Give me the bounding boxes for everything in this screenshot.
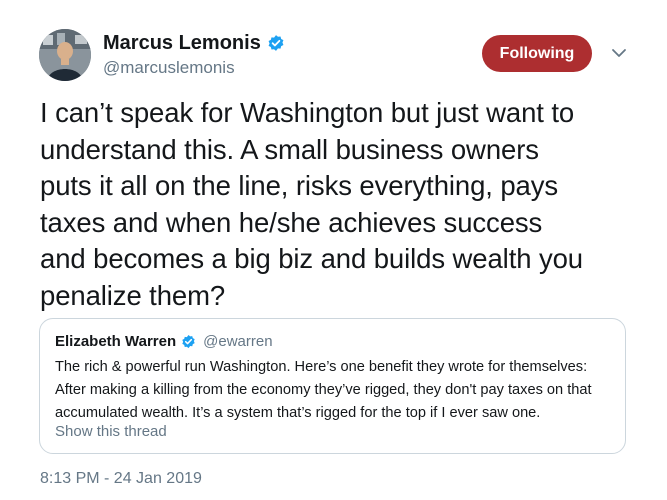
quoted-tweet-card[interactable]: Elizabeth Warren @ewarren The rich & pow…	[39, 318, 626, 454]
author-avatar[interactable]	[39, 29, 91, 81]
quoted-tweet-line: accumulated wealth. It’s a system that’s…	[55, 405, 541, 421]
following-button[interactable]: Following	[482, 35, 592, 72]
quoted-tweet-header: Elizabeth Warren @ewarren	[55, 333, 273, 350]
quoted-author-handle[interactable]: @ewarren	[203, 333, 272, 350]
quoted-tweet-text: The rich & powerful run Washington. Here…	[55, 356, 620, 425]
tweet-timestamp[interactable]: 8:13 PM - 24 Jan 2019	[40, 470, 202, 488]
show-thread-link[interactable]: Show this thread	[55, 423, 167, 440]
tweet-text-line: puts it all on the line, risks everythin…	[40, 170, 559, 201]
author-handle[interactable]: @marcuslemonis	[103, 58, 235, 78]
verified-badge-icon	[181, 334, 196, 349]
quoted-tweet-line: The rich & powerful run Washington. Here…	[55, 359, 588, 375]
tweet-text: I can’t speak for Washington but just wa…	[40, 95, 640, 314]
author-display-name[interactable]: Marcus Lemonis	[103, 31, 261, 55]
tweet-text-line: I can’t speak for Washington but just wa…	[40, 97, 575, 128]
chevron-down-icon[interactable]	[611, 46, 627, 60]
tweet-text-line: and becomes a big biz and builds wealth …	[40, 243, 584, 274]
quoted-tweet-line: After making a killing from the economy …	[55, 382, 592, 398]
quoted-author-name[interactable]: Elizabeth Warren	[55, 333, 176, 350]
tweet-text-line: penalize them?	[40, 279, 226, 311]
tweet-text-line: taxes and when he/she achieves success	[40, 206, 543, 238]
verified-badge-icon	[267, 34, 285, 52]
tweet-text-line: understand this. A small business owners	[40, 133, 539, 165]
author-name-row: Marcus Lemonis	[103, 31, 285, 55]
